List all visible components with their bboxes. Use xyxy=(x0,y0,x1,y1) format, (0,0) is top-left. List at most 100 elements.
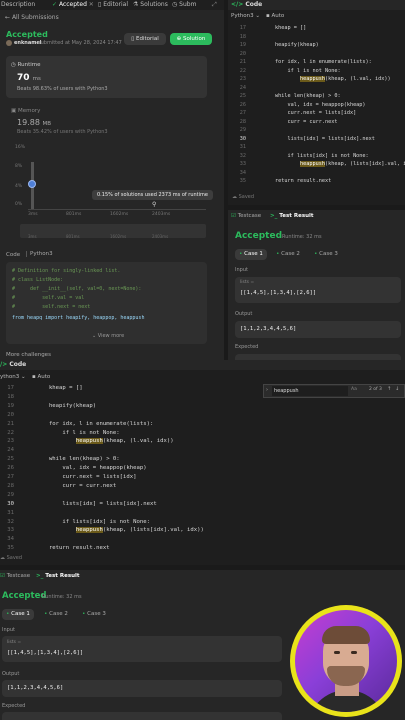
line-number: 33 xyxy=(7,527,14,534)
runtime-label-text: Runtime xyxy=(17,62,41,68)
memory-label-text: Memory xyxy=(17,108,41,114)
case-1-button[interactable]: • Case 1 xyxy=(235,249,267,260)
code-line: val, idx = heappop(kheap) xyxy=(250,101,366,108)
line-number: 25 xyxy=(239,93,246,99)
submitted-code-line-1: # class ListNode: xyxy=(12,277,64,283)
zoom-auto-toggle[interactable]: ▪ Auto xyxy=(32,374,50,380)
case-3-label: Case 3 xyxy=(319,251,338,257)
code-line: heappush(kheap, (l.val, idx)) xyxy=(75,438,174,445)
line-number: 27 xyxy=(7,474,14,480)
chart-current-marker xyxy=(28,180,36,188)
webcam-person-hair xyxy=(322,626,370,644)
zoom-tab-test-result[interactable]: >_ Test Result xyxy=(36,573,80,579)
auto-label: Auto xyxy=(271,13,285,19)
submitted-code-line-4: # self.next = next xyxy=(12,304,91,310)
memory-label: ▣ Memory xyxy=(11,108,40,114)
code-line: heapify(kheap) xyxy=(22,402,97,409)
zoom-language-label: ython3 xyxy=(0,374,20,380)
search-match-highlight: heappush xyxy=(75,527,103,534)
tab-accepted[interactable]: ✓ Accepted ✕ xyxy=(52,0,94,10)
line-number: 19 xyxy=(239,42,246,48)
tab-description-label: Description xyxy=(1,1,36,8)
y-tick-2: 4% xyxy=(15,184,23,189)
submitted-code-line-6: from heapq import heapify, heappop, heap… xyxy=(12,315,145,321)
tab-description[interactable]: Description xyxy=(1,0,35,10)
x-tick-0: 3ms xyxy=(28,212,38,217)
search-match-highlight: heappush xyxy=(75,438,103,445)
runtime-unit: ms xyxy=(32,76,41,82)
tab-submissions[interactable]: ◷ Subm xyxy=(172,0,196,10)
line-number: 20 xyxy=(239,50,246,57)
close-icon[interactable]: ✕ xyxy=(87,1,94,8)
code-line: kheap = [] xyxy=(250,25,307,31)
line-number: 22 xyxy=(7,429,14,436)
code-line: if l is not None: xyxy=(250,67,341,74)
view-more-label: View more xyxy=(97,333,125,339)
code-title-text: Code xyxy=(245,1,263,8)
tab-editorial[interactable]: ▯ Editorial xyxy=(98,0,128,10)
zoom-language-select[interactable]: ython3 ⌄ xyxy=(0,374,26,380)
line-number: 26 xyxy=(7,465,14,472)
solution-button[interactable]: ⊕ Solution xyxy=(170,33,212,45)
view-more-link[interactable]: ⌄ View more xyxy=(92,333,124,339)
tab-testcase[interactable]: ☑ Testcase xyxy=(231,213,261,219)
language-select[interactable]: Python3 ⌄ xyxy=(231,13,260,19)
case-3-button[interactable]: • Case 3 xyxy=(310,249,342,260)
auto-toggle[interactable]: ▪ Auto xyxy=(266,13,284,19)
runtime-label: ◷ Runtime xyxy=(11,62,41,68)
code-line: if l is not None: xyxy=(22,429,120,436)
slider-tick-3: 2403ms xyxy=(152,234,169,239)
solution-button-label: Solution xyxy=(182,36,206,42)
more-challenges[interactable]: More challenges xyxy=(6,352,51,358)
case-2-button[interactable]: • Case 2 xyxy=(272,249,304,260)
code-editor[interactable]: 17 kheap = [] 18 19 heapify(kheap) 20 21 for… xyxy=(228,24,405,184)
line-number: 29 xyxy=(239,127,246,133)
line-number: 28 xyxy=(239,118,246,125)
chart-baseline xyxy=(28,209,206,210)
line-number: 32 xyxy=(239,152,246,159)
line-number: 35 xyxy=(239,178,246,184)
code-line: curr = curr.next xyxy=(250,118,338,125)
tab-solutions-label: Solutions xyxy=(140,1,168,8)
slider-tick-1: 801ms xyxy=(66,234,80,239)
line-number: 21 xyxy=(7,420,14,427)
zoom-case-3-button[interactable]: • Case 3 xyxy=(78,609,110,620)
zoom-code-editor[interactable]: 17 kheap = [] 18 19 heapify(kheap) 20 21 for… xyxy=(0,384,405,554)
chip-icon: ▣ xyxy=(11,108,18,114)
zoom-tab-testcase[interactable]: ☑ Testcase xyxy=(0,573,30,579)
check-icon: ✓ xyxy=(52,1,59,8)
zoom-input-label: Input xyxy=(2,627,15,633)
submission-status: Accepted xyxy=(6,30,48,39)
zoom-expected-box xyxy=(2,712,282,720)
tab-solutions[interactable]: ⚗ Solutions xyxy=(133,0,168,10)
chevron-down-icon: ⌄ xyxy=(253,13,260,19)
zoom-input-value: [[1,4,5],[1,3,4],[2,6]] xyxy=(7,650,84,656)
submitted-code-line-2: # def __init__(self, val=0, next=None): xyxy=(12,286,142,292)
code-lang-badge: Python3 xyxy=(26,251,53,257)
line-number: 31 xyxy=(239,144,246,150)
line-number: 21 xyxy=(239,59,246,65)
line-number: 23 xyxy=(239,76,246,82)
code-line: while len(kheap) > 0: xyxy=(22,456,120,463)
checkbox-icon: ☑ xyxy=(0,573,7,579)
x-tick-2: 1602ms xyxy=(110,212,129,217)
expand-icon[interactable]: ⤢ xyxy=(212,0,217,10)
result-runtime: Runtime: 32 ms xyxy=(282,234,322,240)
checkbox-icon: ☑ xyxy=(231,213,238,219)
tab-test-result[interactable]: >_ Test Result xyxy=(270,213,314,219)
back-link[interactable]: ← All Submissions xyxy=(5,14,59,21)
zoom-result-status: Accepted xyxy=(2,591,47,601)
webcam-person-eye-left xyxy=(334,651,340,654)
zoom-case-2-button[interactable]: • Case 2 xyxy=(40,609,72,620)
zoom-case-1-button[interactable]: • Case 1 xyxy=(2,609,34,620)
terminal-icon: >_ xyxy=(36,573,46,579)
chart-tooltip: 0.15% of solutions used 2373 ms of runti… xyxy=(92,190,213,200)
editorial-button[interactable]: ▯ Editorial xyxy=(124,33,166,45)
y-tick-0: 16% xyxy=(15,145,26,150)
webcam-person-beard xyxy=(327,666,365,686)
chevron-down-icon: ⌄ xyxy=(19,374,26,380)
case-1-label: Case 1 xyxy=(244,251,263,257)
runtime-distribution-chart[interactable]: 16% 8% 4% 0% 0.15% of solutions used 237… xyxy=(6,142,213,242)
right-code-panel: </> Code Python3 ⌄ ▪ Auto 17 kheap = [] 1… xyxy=(228,0,405,205)
submitted-code-line-0: # Definition for singly-linked list. xyxy=(12,268,121,274)
